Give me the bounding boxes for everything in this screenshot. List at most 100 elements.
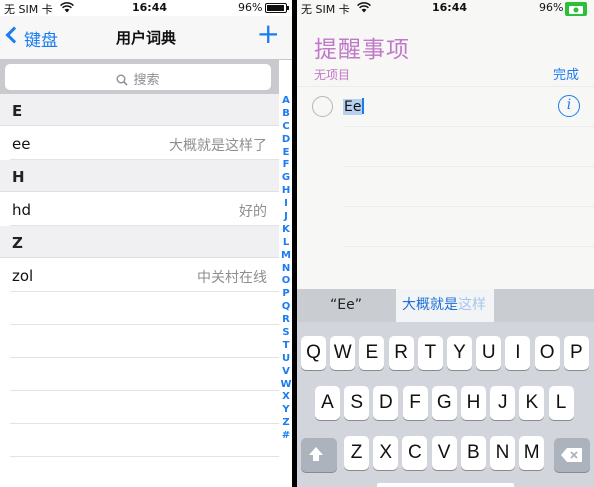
shift-key[interactable]: [301, 438, 337, 472]
index-letter[interactable]: I: [280, 198, 292, 211]
prediction-bar: “Ee” 大概就是这样: [297, 289, 594, 322]
index-letter[interactable]: B: [280, 108, 292, 121]
key-q[interactable]: Q: [301, 336, 326, 370]
index-letter[interactable]: K: [280, 224, 292, 237]
index-letter[interactable]: Y: [280, 404, 292, 417]
camera-icon: [565, 2, 587, 16]
page-title: 用户词典: [115, 29, 176, 47]
index-letter[interactable]: G: [280, 172, 292, 185]
key-p[interactable]: P: [563, 336, 589, 370]
key-z[interactable]: Z: [344, 436, 369, 470]
battery-fill: [267, 5, 285, 11]
divider: [343, 166, 594, 167]
index-letter[interactable]: U: [280, 353, 292, 366]
key-l[interactable]: L: [548, 386, 574, 420]
empty-row: [10, 292, 279, 325]
reminders-screen: 无 SIM 卡 16:44 96% 提醒事项 无项目 完成 Ee i “Ee” …: [297, 0, 594, 487]
index-letter[interactable]: S: [280, 327, 292, 340]
prediction-literal[interactable]: “Ee”: [297, 289, 395, 322]
add-word-button[interactable]: +: [257, 20, 280, 48]
keyboard: QWERTYUIOP ASDFGHJKL ZXCVBNM: [297, 322, 594, 487]
list-item[interactable]: ee 大概就是这样了: [10, 126, 279, 160]
prediction-empty: [495, 289, 594, 322]
reminder-checkbox[interactable]: [312, 96, 333, 117]
key-y[interactable]: Y: [447, 336, 472, 370]
divider: [343, 206, 594, 207]
index-letter[interactable]: Q: [280, 301, 292, 314]
section-header-z: Z: [0, 226, 279, 258]
key-t[interactable]: T: [417, 336, 443, 370]
key-w[interactable]: W: [330, 336, 356, 370]
key-g[interactable]: G: [431, 386, 457, 420]
index-letter[interactable]: A: [280, 95, 292, 108]
index-letter[interactable]: N: [280, 263, 292, 276]
section-header-h: H: [0, 160, 279, 192]
key-i[interactable]: I: [505, 336, 531, 370]
divider: [343, 126, 594, 127]
key-e[interactable]: E: [359, 336, 385, 370]
info-button[interactable]: i: [558, 95, 580, 117]
index-letter[interactable]: M: [280, 250, 292, 263]
key-j[interactable]: J: [490, 386, 516, 420]
key-m[interactable]: M: [519, 436, 545, 470]
status-time: 16:44: [432, 1, 468, 14]
index-letter[interactable]: F: [280, 159, 292, 172]
divider: [343, 246, 594, 247]
index-letter[interactable]: #: [280, 430, 292, 443]
index-letter[interactable]: L: [280, 237, 292, 250]
key-r[interactable]: R: [388, 336, 414, 370]
user-dictionary-screen: 无 SIM 卡 16:44 96% 键盘 用户词典 + 搜索 E ee 大概就是…: [0, 0, 292, 487]
index-letter[interactable]: P: [280, 288, 292, 301]
key-o[interactable]: O: [534, 336, 560, 370]
index-letter[interactable]: C: [280, 121, 292, 134]
search-input[interactable]: 搜索: [5, 64, 271, 90]
word-list: E ee 大概就是这样了 H hd 好的 Z zol 中关村在线: [0, 94, 279, 457]
key-k[interactable]: K: [519, 386, 545, 420]
reminder-text-input[interactable]: Ee: [343, 98, 365, 115]
key-n[interactable]: N: [490, 436, 515, 470]
index-letter[interactable]: W: [280, 379, 292, 392]
index-letter[interactable]: O: [280, 275, 292, 288]
prediction-phrase-faded: 这样: [458, 297, 486, 313]
empty-row: [10, 391, 279, 424]
key-f[interactable]: F: [402, 386, 428, 420]
index-letter[interactable]: T: [280, 340, 292, 353]
list-item[interactable]: zol 中关村在线: [10, 258, 279, 292]
word-term: ee: [12, 135, 31, 153]
backspace-icon: [561, 448, 582, 462]
list-item[interactable]: hd 好的: [10, 192, 279, 226]
key-s[interactable]: S: [344, 386, 370, 420]
index-letter[interactable]: D: [280, 134, 292, 147]
index-letter[interactable]: V: [280, 366, 292, 379]
carrier-label: 无 SIM 卡: [301, 3, 350, 16]
delete-key[interactable]: [554, 438, 590, 472]
status-bar: 无 SIM 卡 16:44 96%: [297, 0, 594, 16]
key-d[interactable]: D: [373, 386, 399, 420]
key-b[interactable]: B: [460, 436, 486, 470]
key-h[interactable]: H: [461, 386, 486, 420]
index-letter[interactable]: Z: [280, 417, 292, 430]
carrier-label: 无 SIM 卡: [4, 3, 53, 16]
index-letter[interactable]: J: [280, 211, 292, 224]
key-x[interactable]: X: [373, 436, 399, 470]
index-letter[interactable]: H: [280, 185, 292, 198]
section-index[interactable]: A B C D E F G H I J K L M N O P Q R S T U V W X Y Z #: [280, 95, 292, 443]
index-letter[interactable]: X: [280, 391, 292, 404]
done-button[interactable]: 完成: [553, 64, 579, 83]
key-a[interactable]: A: [315, 386, 340, 420]
battery-icon: [265, 3, 289, 13]
text-caret: [362, 98, 365, 114]
status-time: 16:44: [132, 1, 168, 14]
word-term: zol: [12, 267, 34, 285]
wifi-icon: [60, 2, 74, 13]
keyboard-bottom-row: [377, 483, 514, 487]
key-v[interactable]: V: [431, 436, 457, 470]
index-letter[interactable]: E: [280, 147, 292, 160]
key-u[interactable]: U: [476, 336, 502, 370]
index-letter[interactable]: R: [280, 314, 292, 327]
item-count-label: 无项目: [314, 68, 351, 82]
key-c[interactable]: C: [402, 436, 428, 470]
nav-bar: 键盘 用户词典 +: [0, 16, 292, 60]
prediction-phrase[interactable]: 大概就是这样: [396, 289, 494, 322]
word-term: hd: [12, 201, 32, 219]
